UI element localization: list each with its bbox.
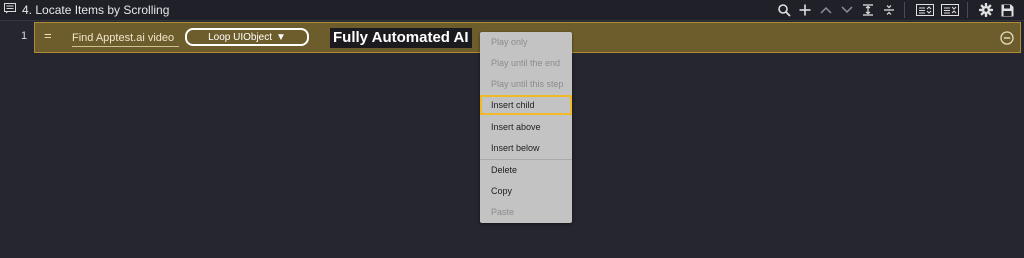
comment-icon (4, 1, 16, 19)
search-icon[interactable] (775, 1, 793, 19)
collapse-list-icon[interactable] (939, 1, 961, 19)
action-type-label: Loop UIObject (208, 31, 273, 43)
plus-icon[interactable] (796, 1, 814, 19)
toolbar-divider (904, 2, 905, 18)
menu-item-delete[interactable]: Delete (480, 160, 572, 180)
save-icon[interactable] (998, 1, 1016, 19)
collapse-all-icon[interactable] (880, 1, 898, 19)
panel-title-group: 4. Locate Items by Scrolling (4, 2, 169, 18)
menu-item-paste: Paste (491, 207, 515, 217)
menu-item-insert-below[interactable]: Insert below (480, 138, 572, 158)
dropdown-arrow-icon: ▼ (276, 31, 286, 43)
menu-item-insert-above[interactable]: Insert above (480, 117, 572, 137)
expand-all-icon[interactable] (859, 1, 877, 19)
context-menu: Play only Play until the end Play until … (480, 32, 572, 223)
line-number: 1 (21, 30, 28, 42)
chevron-down-icon[interactable] (838, 1, 856, 19)
toolbar-divider (967, 2, 968, 18)
panel-header: 4. Locate Items by Scrolling (0, 0, 1024, 21)
menu-item-insert-child[interactable]: Insert child (480, 95, 572, 115)
remove-step-icon[interactable] (1000, 31, 1014, 45)
expand-list-icon[interactable] (914, 1, 936, 19)
menu-item-play-until-end: Play until the end (491, 58, 561, 68)
chevron-up-icon[interactable] (817, 1, 835, 19)
scenario-title: 4. Locate Items by Scrolling (22, 3, 170, 17)
menu-item-play-until-step: Play until this step (491, 79, 564, 89)
drag-handle[interactable]: = (44, 28, 52, 43)
step-name-input[interactable]: Find Apptest.ai video (72, 32, 179, 47)
gear-icon[interactable] (977, 1, 995, 19)
overlay-caption: Fully Automated AI (330, 28, 472, 48)
toolbar (772, 1, 1016, 19)
action-type-dropdown[interactable]: Loop UIObject ▼ (185, 28, 309, 46)
menu-item-copy[interactable]: Copy (480, 181, 572, 201)
menu-item-play-only: Play only (491, 37, 528, 47)
